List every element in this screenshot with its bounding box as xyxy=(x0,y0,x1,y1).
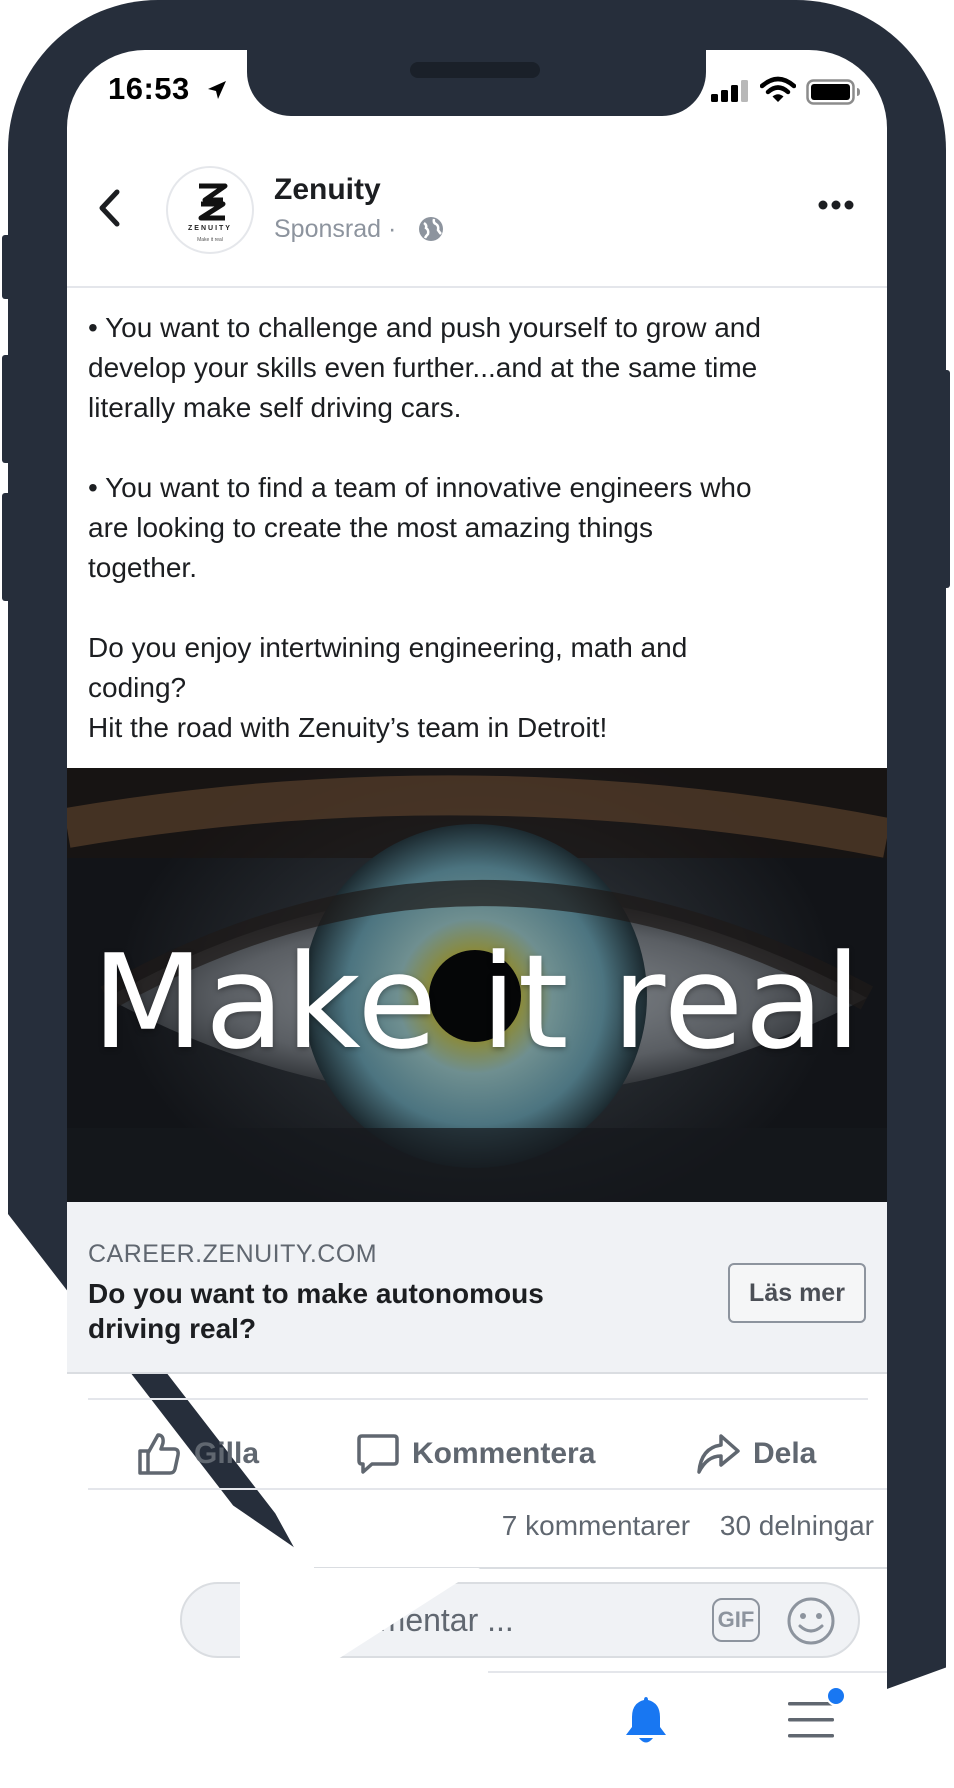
notification-dot xyxy=(826,1686,846,1706)
phone-volume-up xyxy=(2,355,12,463)
share-arrow-icon xyxy=(697,1434,740,1474)
more-dots-icon[interactable] xyxy=(818,200,854,210)
avatar-tagline: Make it real xyxy=(197,237,223,243)
post-line: together. xyxy=(88,552,197,583)
back-chevron-icon[interactable] xyxy=(97,188,123,228)
post-body: • You want to challenge and push yoursel… xyxy=(88,308,878,748)
wifi-icon xyxy=(760,76,796,102)
link-preview[interactable]: CAREER.ZENUITY.COM Do you want to make a… xyxy=(67,1202,887,1374)
menu-icon[interactable] xyxy=(786,1698,836,1742)
globe-icon xyxy=(419,217,443,241)
comment-button[interactable]: Kommentera xyxy=(356,1426,595,1482)
post-line: coding? xyxy=(88,672,187,703)
status-time: 16:53 xyxy=(108,71,190,106)
link-domain: CAREER.ZENUITY.COM xyxy=(88,1240,378,1268)
like-label: Gilla xyxy=(194,1437,260,1470)
gif-icon[interactable]: GIF xyxy=(712,1598,760,1642)
post-line: Do you enjoy intertwining engineering, m… xyxy=(88,632,688,663)
signal-icon xyxy=(711,80,748,102)
page-avatar[interactable]: ZENUITY Make it real xyxy=(166,166,254,254)
location-arrow-icon xyxy=(208,81,226,99)
post-line: • You want to find a team of innovative … xyxy=(88,472,752,503)
like-button[interactable]: Gilla xyxy=(136,1426,259,1482)
phone-power-button xyxy=(940,370,950,588)
header-divider xyxy=(67,286,887,288)
emoji-icon[interactable] xyxy=(786,1596,836,1646)
post-line: literally make self driving cars. xyxy=(88,392,462,423)
avatar-wordmark: ZENUITY xyxy=(188,225,232,232)
sponsored-label: Sponsrad · xyxy=(274,215,397,243)
bell-icon[interactable] xyxy=(620,1693,672,1747)
learn-more-button[interactable]: Läs mer xyxy=(728,1263,866,1323)
phone-speaker xyxy=(410,62,540,78)
bottom-nav-divider xyxy=(488,1671,887,1673)
phone-notch xyxy=(247,50,706,116)
ad-headline: Make it real xyxy=(91,926,863,1078)
comment-label: Kommentera xyxy=(412,1437,596,1470)
share-label: Dela xyxy=(753,1437,817,1470)
actions-divider-top xyxy=(88,1398,868,1400)
phone-side-button xyxy=(2,235,12,299)
share-button[interactable]: Dela xyxy=(695,1426,816,1482)
battery-icon xyxy=(806,79,860,105)
post-line: • You want to challenge and push yoursel… xyxy=(88,312,761,343)
ad-image[interactable]: Make it real xyxy=(67,768,887,1202)
engagement-counts: 7 kommentarer 30 delningar xyxy=(400,1510,874,1542)
zenuity-logo-mark xyxy=(198,183,228,221)
post-line: Hit the road with Zenuity’s team in Detr… xyxy=(88,712,608,743)
share-count[interactable]: 30 delningar xyxy=(720,1510,874,1541)
link-title[interactable]: Do you want to make autonomous driving r… xyxy=(88,1276,608,1346)
phone-volume-down xyxy=(2,493,12,601)
comment-count[interactable]: 7 kommentarer xyxy=(502,1510,690,1541)
page-name[interactable]: Zenuity xyxy=(274,173,381,207)
actions-divider-bottom xyxy=(88,1488,887,1490)
post-line: develop your skills even further...and a… xyxy=(88,352,758,383)
comment-bubble-icon xyxy=(357,1434,399,1474)
like-thumb-icon xyxy=(138,1433,180,1475)
post-line: are looking to create the most amazing t… xyxy=(88,512,653,543)
